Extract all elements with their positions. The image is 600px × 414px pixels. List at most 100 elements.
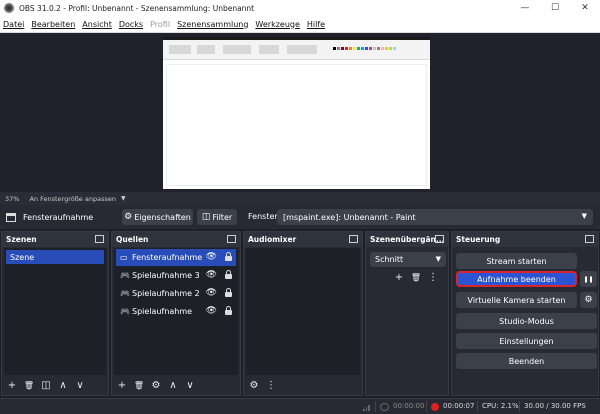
dock-float-icon[interactable] [585,235,594,243]
gamepad-icon: 🎮 [120,307,130,316]
scene-filter-icon[interactable]: ◫ [39,378,53,392]
list-item[interactable]: Szene [6,250,104,264]
menu-hilfe[interactable]: Hilfe [307,20,325,29]
transitions-dock: Szenenübergän... Schnitt ▼ + 🗑 ⋮ [365,231,449,396]
lock-icon[interactable] [225,270,232,279]
minimize-button[interactable]: — [510,0,540,16]
transition-select-value: Schnitt [375,255,404,264]
selected-source-name: Fensteraufnahme [23,212,94,222]
window-select-value: [mspaint.exe]: Unbenannt - Paint [283,212,416,222]
stop-recording-button[interactable]: Aufnahme beenden [456,271,577,287]
audio-mixer-dock: Audiomixer ⚙ ⋮ [243,231,363,396]
list-item[interactable]: 🎮 Spielaufnahme 👁 [116,303,236,320]
trash-icon[interactable]: 🗑 [22,378,36,392]
dock-float-icon[interactable] [435,235,444,243]
more-menu-icon[interactable]: ⋮ [426,270,440,284]
start-stream-button[interactable]: Stream starten [456,253,577,269]
close-button[interactable]: ✕ [570,0,600,16]
properties-button[interactable]: ⚙ Eigenschaften [122,209,193,225]
signal-strength-icon [363,403,371,411]
captured-paint-canvas [166,64,427,186]
eye-icon[interactable]: 👁 [206,306,217,316]
recording-timer: 00:00:07 [443,402,475,410]
controls-dock: Steuerung Stream starten Aufnahme beende… [451,231,599,396]
studio-mode-button[interactable]: Studio-Modus [456,313,597,329]
eye-icon[interactable]: 👁 [206,288,217,298]
more-menu-icon[interactable]: ⋮ [264,378,278,392]
filter-button[interactable]: ◫ Filter [197,209,237,225]
list-item[interactable]: ▭ Fensteraufnahme 👁 [116,249,236,266]
gear-icon[interactable]: ⚙ [149,378,163,392]
chevron-down-icon: ▼ [435,255,441,263]
captured-paint-ribbon [163,40,430,60]
cpu-usage: CPU: 2.1% [482,402,519,410]
preview-canvas[interactable] [163,37,430,189]
audio-mixer-area [246,248,360,375]
transition-tools: + 🗑 ⋮ [392,270,443,284]
preview-area[interactable] [0,33,600,192]
lock-icon[interactable] [225,252,232,261]
sources-dock-title: Quellen [112,232,240,247]
scenes-dock: Szenen Szene + 🗑 ◫ ∧ ∨ [1,231,109,396]
trash-icon[interactable]: 🗑 [409,270,423,284]
window-label: Fenster [248,212,278,221]
menu-szenensammlung[interactable]: Szenensammlung [177,20,248,29]
add-transition-button[interactable]: + [392,270,406,284]
menu-datei[interactable]: Datei [3,20,24,29]
menu-werkzeuge[interactable]: Werkzeuge [255,20,299,29]
dock-float-icon[interactable] [227,235,236,243]
gamepad-icon: 🎮 [120,289,130,298]
recording-dot-icon [431,403,439,411]
dock-float-icon[interactable] [95,235,104,243]
lock-icon[interactable] [225,288,232,297]
start-virtual-camera-button[interactable]: Virtuelle Kamera starten [456,292,577,308]
audio-mixer-dock-title: Audiomixer [244,232,362,247]
move-up-icon[interactable]: ∧ [166,378,180,392]
sources-list: ▭ Fensteraufnahme 👁 🎮 Spielaufnahme 3 👁 … [114,248,238,375]
menu-docks[interactable]: Docks [119,20,143,29]
exit-button[interactable]: Beenden [456,353,597,369]
monitor-icon [6,212,16,222]
window-select[interactable]: [mspaint.exe]: Unbenannt - Paint ▼ [277,209,593,225]
title-bar: OBS 31.0.2 - Profil: Unbenannt - Szenens… [0,0,600,16]
pause-recording-button[interactable]: ❚❚ [580,271,597,287]
menu-ansicht[interactable]: Ansicht [82,20,112,29]
menu-bearbeiten[interactable]: Bearbeiten [31,20,75,29]
gear-icon[interactable]: ⚙ [247,378,261,392]
sources-dock: Quellen ▭ Fensteraufnahme 👁 🎮 Spielaufna… [111,231,241,396]
gear-icon: ⚙ [124,212,133,222]
fps-readout: 30.00 / 30.00 FPS [524,402,586,410]
trash-icon[interactable]: 🗑 [132,378,146,392]
lock-icon[interactable] [225,306,232,315]
preview-scale-bar: 37% An Fenstergröße anpassen ▼ [0,192,600,205]
scale-mode-dropdown[interactable]: An Fenstergröße anpassen [29,195,116,203]
maximize-button[interactable]: ☐ [540,0,570,16]
list-item[interactable]: 🎮 Spielaufnahme 2 👁 [116,285,236,302]
move-up-icon[interactable]: ∧ [56,378,70,392]
window-controls: — ☐ ✕ [510,0,600,16]
scenes-list: Szene [4,248,106,375]
properties-label: Eigenschaften [134,212,191,222]
eye-icon[interactable]: 👁 [206,252,217,262]
gamepad-icon: 🎮 [120,271,130,280]
transition-select[interactable]: Schnitt ▼ [370,252,446,267]
move-down-icon[interactable]: ∨ [183,378,197,392]
stream-status-icon [380,403,389,411]
stream-timer: 00:00:00 [393,402,425,410]
obs-logo-icon [4,3,14,13]
audio-mixer-toolbar: ⚙ ⋮ [244,375,362,395]
source-label: Spielaufnahme 2 [132,289,200,298]
add-scene-button[interactable]: + [5,378,19,392]
eye-icon[interactable]: 👁 [206,270,217,280]
add-source-button[interactable]: + [115,378,129,392]
dock-float-icon[interactable] [349,235,358,243]
gear-icon[interactable]: ⚙ [580,292,597,308]
filter-icon: ◫ [201,212,211,222]
chevron-down-icon[interactable]: ▼ [121,195,126,202]
source-toolbar: Fensteraufnahme ⚙ Eigenschaften ◫ Filter… [0,205,600,229]
list-item[interactable]: 🎮 Spielaufnahme 3 👁 [116,267,236,284]
source-label: Spielaufnahme [132,307,193,316]
move-down-icon[interactable]: ∨ [73,378,87,392]
settings-button[interactable]: Einstellungen [456,333,597,349]
menu-profil[interactable]: Profil [150,20,170,29]
